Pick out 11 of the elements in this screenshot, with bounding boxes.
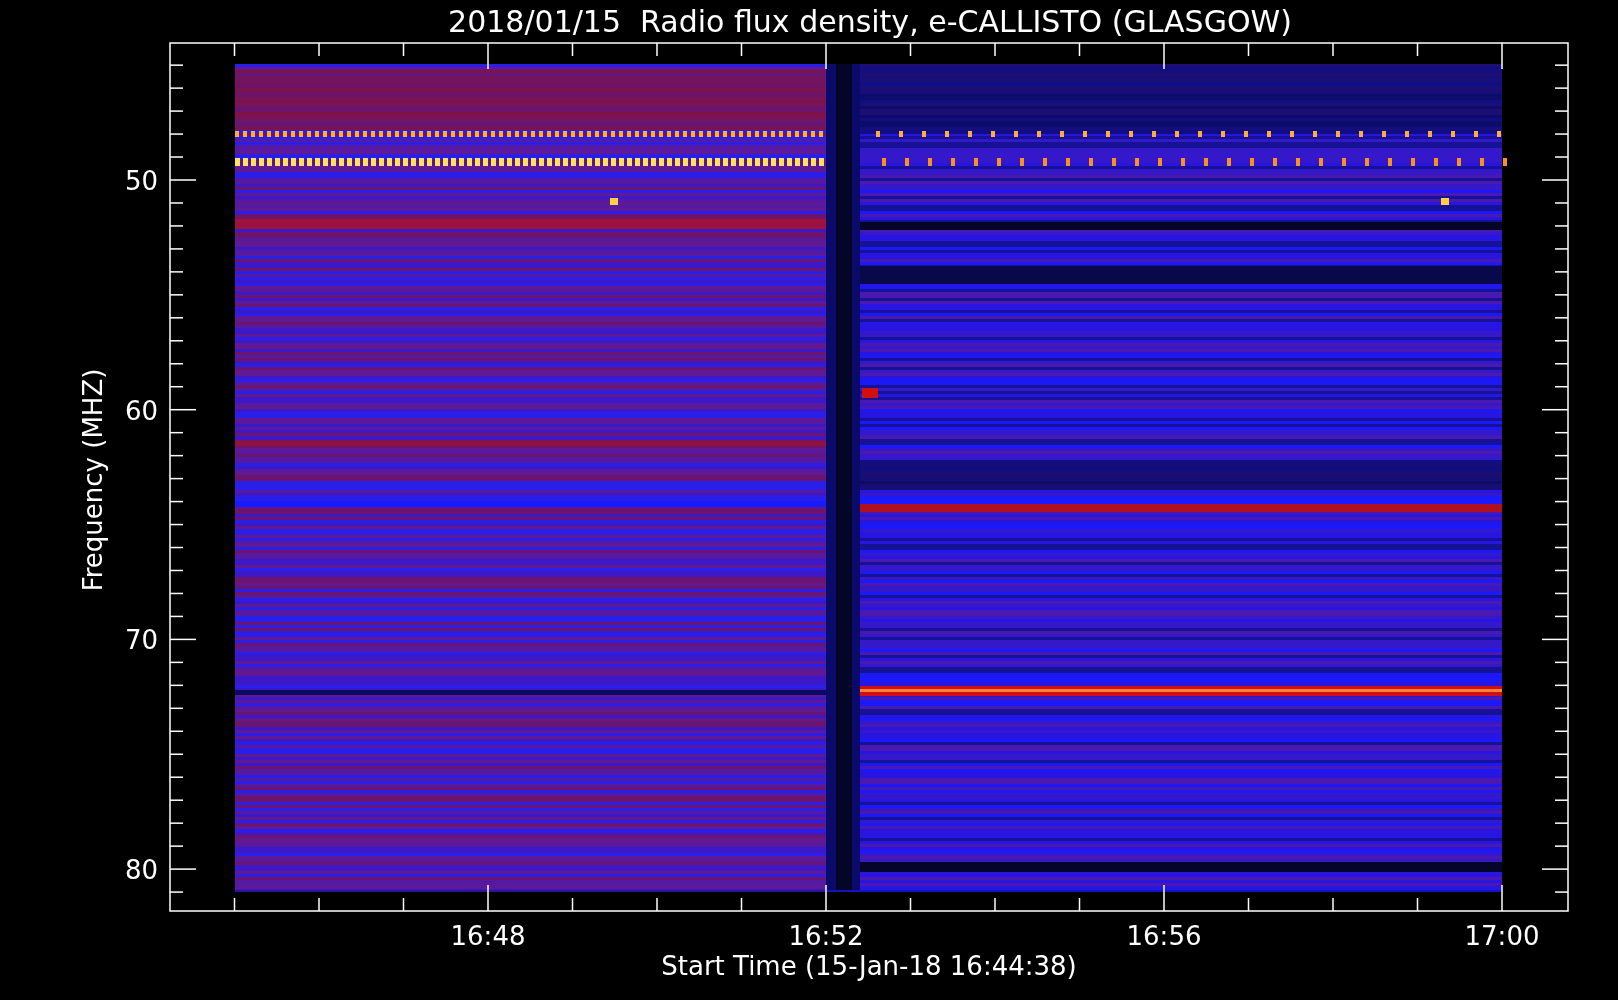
tick-label: 70: [124, 625, 158, 656]
tick-label: 16:48: [450, 921, 526, 951]
tick-label: 16:56: [1126, 921, 1202, 951]
tick-label: 60: [124, 395, 158, 426]
x-axis-label: Start Time (15-Jan-18 16:44:38): [661, 951, 1077, 981]
tick-label: 50: [124, 166, 158, 196]
chart-title: 2018/01/15 Radio flux density, e-CALLISTO (GLASGOW): [448, 4, 1292, 39]
tick-label: 16:52: [788, 921, 864, 951]
tick-label: 80: [124, 855, 158, 886]
y-axis-label: Frequency (MHZ): [78, 368, 108, 592]
tick-label: 17:00: [1464, 921, 1540, 951]
